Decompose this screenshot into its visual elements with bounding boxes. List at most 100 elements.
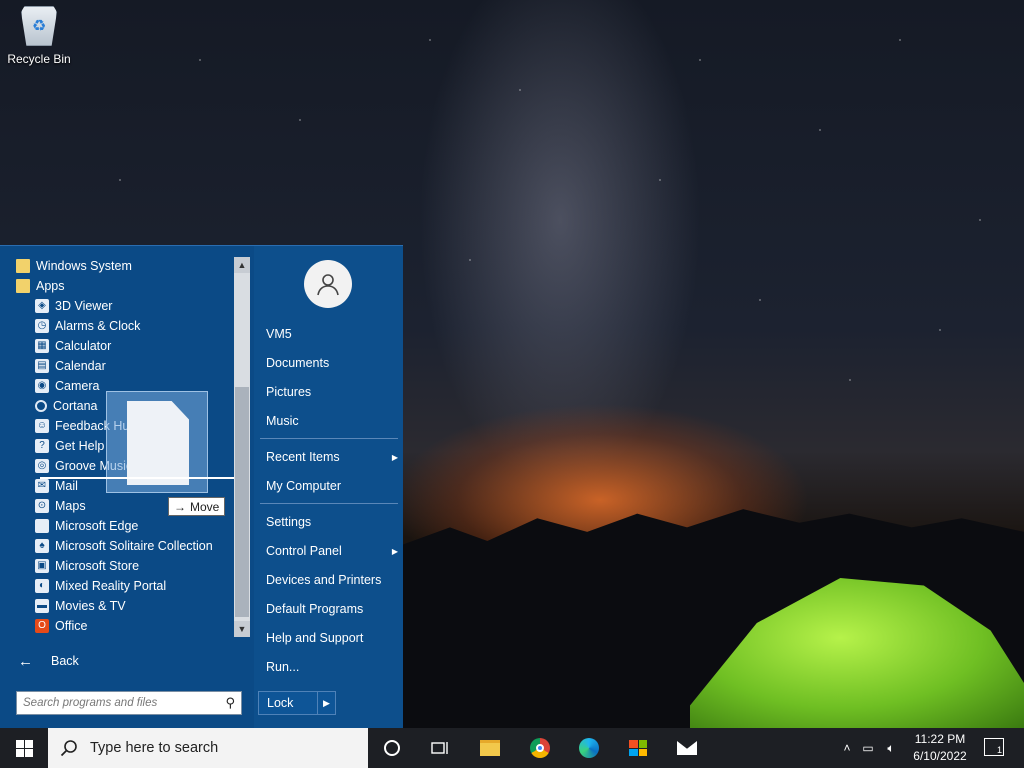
alarm-clock-icon: ◷ — [35, 319, 49, 333]
drag-tooltip: → Move — [168, 497, 226, 516]
right-item-control-panel[interactable]: Control Panel ▶ — [266, 540, 398, 562]
program-item-label: Microsoft Solitaire Collection — [55, 539, 213, 553]
start-button[interactable] — [0, 728, 48, 768]
program-item-label: Camera — [55, 379, 100, 393]
search-icon[interactable]: ⚲ — [225, 695, 235, 711]
program-item[interactable]: ◷ Alarms & Clock — [16, 316, 232, 336]
feedback-icon: ☺ — [35, 419, 49, 433]
mail-button[interactable] — [675, 736, 699, 760]
cortana-button[interactable] — [380, 736, 404, 760]
cards-icon: ♠ — [35, 539, 49, 553]
scroll-thumb[interactable] — [235, 387, 249, 617]
taskbar: Type here to search ˄ ▭ 🔈︎ 11:22 PM 6/10… — [0, 728, 1024, 768]
system-tray: ˄ ▭ 🔈︎ — [838, 728, 902, 768]
separator — [260, 503, 398, 504]
start-search-box[interactable]: ⚲ — [16, 691, 242, 715]
right-item-devices-printers[interactable]: Devices and Printers — [266, 569, 398, 591]
program-item[interactable]: ◈ 3D Viewer — [16, 296, 232, 316]
windows-logo-icon — [15, 739, 33, 757]
calendar-icon: ▤ — [35, 359, 49, 373]
lock-options-arrow-icon[interactable]: ▶ — [317, 692, 335, 714]
start-menu-left-pane: Windows System Apps ◈ 3D Viewer ◷ Alarms & Cl… — [0, 246, 254, 729]
headset-icon: ◐ — [35, 579, 49, 593]
move-arrow-icon: → — [174, 499, 186, 514]
program-item-label: Office — [55, 619, 88, 633]
document-icon — [35, 519, 49, 533]
program-item-label: Apps — [36, 279, 65, 293]
volume-icon[interactable]: 🔈︎ — [880, 741, 902, 756]
notification-count: 1 — [996, 745, 1002, 755]
back-button[interactable]: ← Back — [18, 650, 79, 672]
network-icon[interactable]: ▭ — [856, 741, 880, 755]
music-disc-icon: ◎ — [35, 459, 49, 473]
calculator-icon: ▦ — [35, 339, 49, 353]
back-arrow-icon: ← — [18, 652, 33, 670]
program-item[interactable]: ▣ Microsoft Store — [16, 556, 232, 576]
lock-button[interactable]: Lock ▶ — [258, 691, 336, 715]
right-item-pictures[interactable]: Pictures — [266, 381, 398, 403]
program-item-label: Microsoft Edge — [55, 519, 139, 533]
program-item[interactable]: ♠ Microsoft Solitaire Collection — [16, 536, 232, 556]
program-item[interactable]: ◐ Mixed Reality Portal — [16, 576, 232, 596]
film-icon: ▬ — [35, 599, 49, 613]
taskbar-clock[interactable]: 11:22 PM 6/10/2022 — [905, 731, 975, 765]
program-item-label: Windows System — [36, 259, 132, 273]
program-item[interactable]: Microsoft Edge — [16, 516, 232, 536]
right-item-settings[interactable]: Settings — [266, 511, 398, 533]
program-item[interactable]: Windows System — [16, 256, 232, 276]
program-item-label: Alarms & Clock — [55, 319, 141, 333]
user-avatar[interactable] — [304, 260, 352, 308]
chrome-button[interactable] — [528, 736, 552, 760]
folder-icon — [16, 279, 30, 293]
drop-indicator — [40, 477, 234, 479]
submenu-arrow-icon: ▶ — [391, 452, 398, 462]
notification-center-icon[interactable]: 1 — [984, 738, 1004, 756]
file-icon — [127, 401, 189, 485]
separator — [260, 438, 398, 439]
program-item-label: Movies & TV — [55, 599, 126, 613]
scroll-down-button[interactable]: ▼ — [234, 621, 250, 637]
lock-label: Lock — [267, 696, 294, 710]
map-icon: ⊙ — [35, 499, 49, 513]
desktop-icon-recycle-bin[interactable]: ♻ Recycle Bin — [4, 6, 74, 76]
right-item-my-computer[interactable]: My Computer — [266, 475, 398, 497]
drag-tooltip-label: Move — [190, 499, 220, 514]
program-item-label: 3D Viewer — [55, 299, 113, 313]
store-button[interactable] — [626, 736, 650, 760]
program-list-scrollbar[interactable]: ▲ ▼ — [234, 257, 250, 637]
taskbar-search-placeholder: Type here to search — [90, 740, 219, 756]
program-item[interactable]: O Office — [16, 616, 232, 636]
program-item-label: Maps — [55, 499, 86, 513]
right-item-documents[interactable]: Documents — [266, 352, 398, 374]
back-label: Back — [51, 654, 79, 668]
right-item-default-programs[interactable]: Default Programs — [266, 598, 398, 620]
cube-icon: ◈ — [35, 299, 49, 313]
program-item[interactable]: ▦ Calculator — [16, 336, 232, 356]
file-explorer-icon — [480, 740, 500, 756]
program-item[interactable]: ▤ Calendar — [16, 356, 232, 376]
right-item-music[interactable]: Music — [266, 410, 398, 432]
taskbar-search[interactable]: Type here to search — [48, 728, 368, 768]
file-explorer-button[interactable] — [478, 736, 502, 760]
recycle-bin-label: Recycle Bin — [7, 52, 71, 66]
program-item-label: Mail — [55, 479, 78, 493]
right-item-user[interactable]: VM5 — [266, 323, 398, 345]
recycle-bin-icon: ♻ — [21, 6, 57, 46]
mail-icon: ✉ — [35, 479, 49, 493]
scroll-up-button[interactable]: ▲ — [234, 257, 250, 273]
right-item-recent-items[interactable]: Recent Items ▶ — [266, 446, 398, 468]
start-search-input[interactable] — [23, 697, 226, 709]
edge-button[interactable] — [577, 736, 601, 760]
submenu-arrow-icon: ▶ — [391, 546, 398, 556]
chrome-icon — [530, 738, 550, 758]
search-icon — [60, 740, 77, 757]
chevron-up-icon[interactable]: ˄ — [838, 741, 856, 755]
program-item[interactable]: ▬ Movies & TV — [16, 596, 232, 616]
store-icon: ▣ — [35, 559, 49, 573]
task-view-button[interactable] — [428, 736, 452, 760]
program-item[interactable]: Apps — [16, 276, 232, 296]
right-item-run[interactable]: Run... — [266, 656, 398, 678]
start-menu-right-pane: VM5 Documents Pictures Music Recent Item… — [258, 246, 403, 729]
right-item-help-support[interactable]: Help and Support — [266, 627, 398, 649]
program-item-label: Calendar — [55, 359, 106, 373]
